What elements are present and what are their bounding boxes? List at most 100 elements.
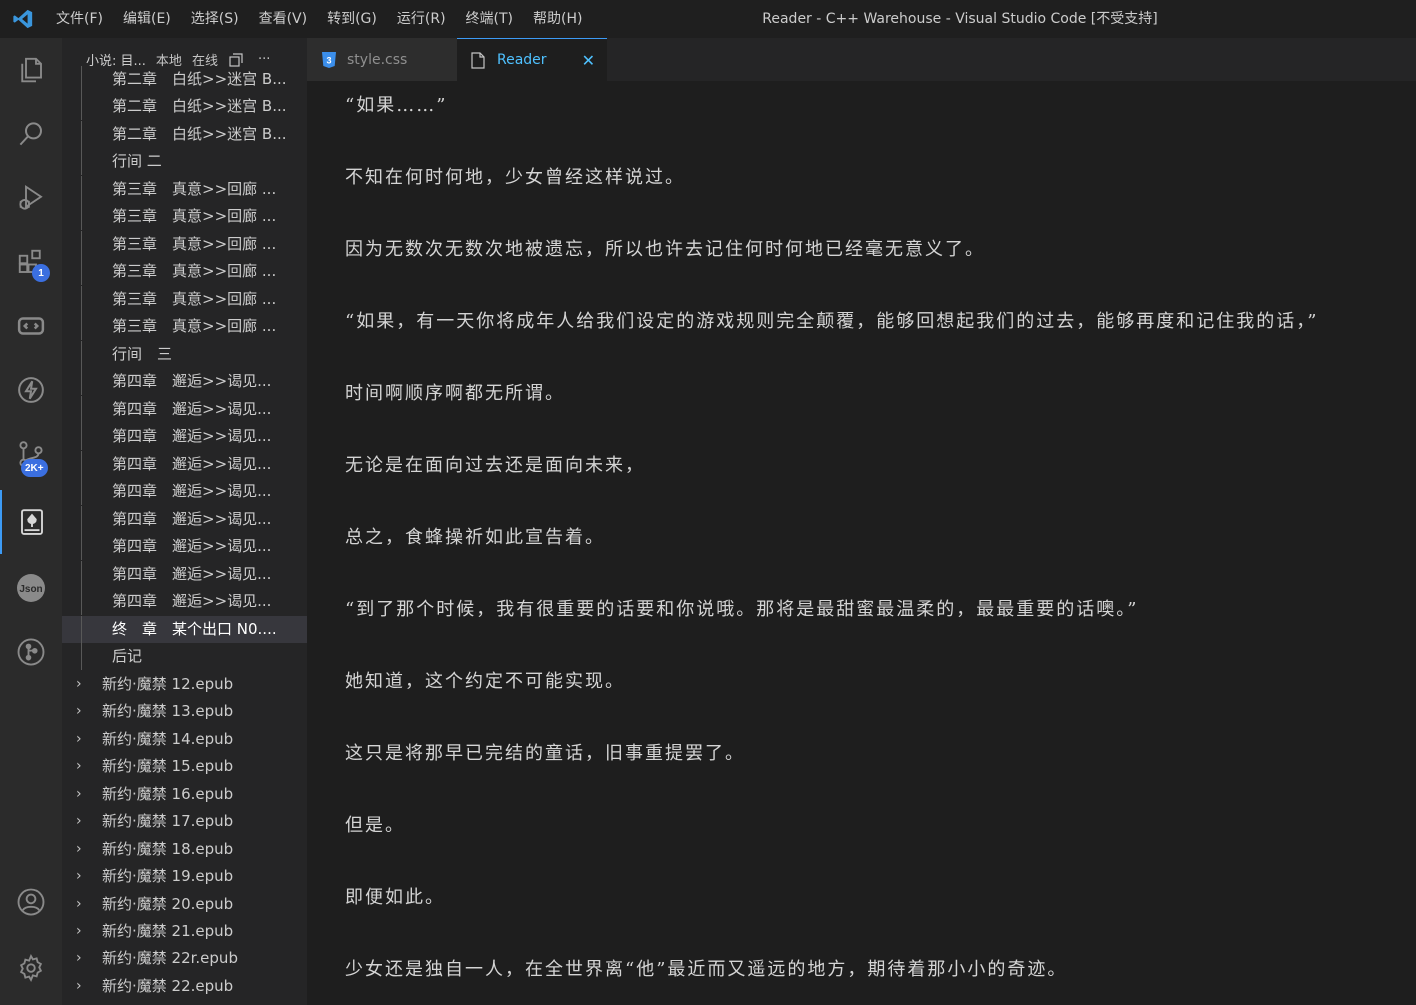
- text-line: 因为无数次无数次地被遗忘，所以也许去记住何时何地已经毫无意义了。: [345, 239, 985, 260]
- vscode-logo-icon[interactable]: [0, 0, 46, 38]
- more-actions-icon[interactable]: ···: [258, 52, 270, 67]
- search-button[interactable]: [0, 102, 62, 166]
- list-item[interactable]: 第三章 真意>>回廊 ...: [62, 286, 307, 313]
- list-item[interactable]: 第四章 邂逅>>谒见...: [62, 368, 307, 395]
- tab-label: Reader: [497, 52, 547, 68]
- menu-help[interactable]: 帮助(H): [523, 0, 592, 38]
- list-item[interactable]: 后记: [62, 643, 307, 670]
- epub-folder[interactable]: › 新约·魔禁 16.epub: [62, 781, 307, 808]
- activity-bar: 1 2K+ Json: [0, 38, 62, 1005]
- book-reader-icon: [21, 509, 43, 535]
- text-line: 少女还是独自一人，在全世界离“他”最近而又遥远的地方，期待着那小小的奇迹。: [345, 959, 1068, 980]
- menu-selection[interactable]: 选择(S): [181, 0, 249, 38]
- text-line: 时间啊顺序啊都无所谓。: [345, 383, 565, 404]
- list-item[interactable]: 第四章 邂逅>>谒见...: [62, 588, 307, 615]
- list-item[interactable]: 第四章 邂逅>>谒见...: [62, 423, 307, 450]
- chevron-right-icon: ›: [76, 896, 82, 912]
- menu-run[interactable]: 运行(R): [387, 0, 456, 38]
- tab-reader[interactable]: Reader ✕: [457, 38, 607, 81]
- text-line: 即便如此。: [345, 887, 445, 908]
- list-item[interactable]: 第二章 白纸>>迷宫 B...: [62, 121, 307, 148]
- menu-file[interactable]: 文件(F): [46, 0, 113, 38]
- menu-terminal[interactable]: 终端(T): [456, 0, 523, 38]
- menu-edit[interactable]: 编辑(E): [113, 0, 181, 38]
- json-icon: Json: [17, 574, 45, 602]
- accounts-button[interactable]: [0, 870, 62, 934]
- source-control-badge: 2K+: [21, 459, 48, 477]
- reader-button[interactable]: [0, 490, 62, 554]
- source-control-button[interactable]: 2K+: [0, 422, 62, 486]
- lightning-icon: [18, 377, 44, 403]
- epub-folder[interactable]: › 新约·魔禁 12.epub: [62, 671, 307, 698]
- editor-tabs: 3 style.css Reader ✕: [307, 38, 1416, 81]
- text-line: 她知道，这个约定不可能实现。: [345, 671, 625, 692]
- menu-view[interactable]: 查看(V): [249, 0, 318, 38]
- list-item[interactable]: 第二章 白纸>>迷宫 B...: [62, 93, 307, 120]
- tab-label: style.css: [347, 51, 408, 68]
- epub-folder[interactable]: › 新约·魔禁 13.epub: [62, 698, 307, 725]
- svg-text:3: 3: [326, 55, 331, 65]
- chevron-right-icon: ›: [76, 978, 82, 994]
- window-title: Reader - C++ Warehouse - Visual Studio C…: [762, 11, 1158, 27]
- thunder-button[interactable]: [0, 358, 62, 422]
- settings-button[interactable]: [0, 936, 62, 1000]
- epub-folder[interactable]: › 新约·魔禁 21.epub: [62, 918, 307, 945]
- menu-go[interactable]: 转到(G): [317, 0, 387, 38]
- text-line: 这只是将那早已完结的童话，旧事重提罢了。: [345, 743, 745, 764]
- title-bar: 文件(F) 编辑(E) 选择(S) 查看(V) 转到(G) 运行(R) 终端(T…: [0, 0, 1416, 38]
- list-item[interactable]: 第四章 邂逅>>谒见...: [62, 451, 307, 478]
- list-item[interactable]: 第四章 邂逅>>谒见...: [62, 396, 307, 423]
- files-icon: [21, 57, 42, 83]
- epub-folder[interactable]: › 新约·魔禁 19.epub: [62, 863, 307, 890]
- remote-button[interactable]: [0, 294, 62, 358]
- list-item[interactable]: 第三章 真意>>回廊 ...: [62, 176, 307, 203]
- epub-folder[interactable]: › 新约·魔禁 20.epub: [62, 891, 307, 918]
- chevron-right-icon: ›: [76, 813, 82, 829]
- close-icon[interactable]: ✕: [582, 51, 595, 70]
- menu-bar: 文件(F) 编辑(E) 选择(S) 查看(V) 转到(G) 运行(R) 终端(T…: [46, 0, 592, 38]
- run-debug-button[interactable]: [0, 166, 62, 230]
- epub-folder[interactable]: › 新约·魔禁 14.epub: [62, 726, 307, 753]
- list-item[interactable]: 第二章 白纸>>迷宫 B...: [62, 66, 307, 93]
- chevron-right-icon: ›: [76, 786, 82, 802]
- extensions-button[interactable]: 1: [0, 230, 62, 294]
- chevron-right-icon: ›: [76, 868, 82, 884]
- chevron-right-icon: ›: [76, 758, 82, 774]
- tab-style-css[interactable]: 3 style.css: [307, 38, 457, 81]
- text-line: 但是。: [345, 815, 405, 836]
- list-item[interactable]: 第四章 邂逅>>谒见...: [62, 533, 307, 560]
- chevron-right-icon: ›: [76, 923, 82, 939]
- list-item[interactable]: 第四章 邂逅>>谒见...: [62, 506, 307, 533]
- chevron-right-icon: ›: [76, 703, 82, 719]
- chevron-right-icon: ›: [76, 841, 82, 857]
- file-icon: [471, 51, 485, 69]
- list-item[interactable]: 第三章 真意>>回廊 ...: [62, 203, 307, 230]
- list-item[interactable]: 第三章 真意>>回廊 ...: [62, 258, 307, 285]
- list-item[interactable]: 行间 三: [62, 341, 307, 368]
- json-button[interactable]: Json: [0, 556, 62, 620]
- gear-icon: [19, 954, 43, 982]
- chevron-right-icon: ›: [76, 676, 82, 692]
- account-icon: [17, 888, 45, 916]
- list-item[interactable]: 第三章 真意>>回廊 ...: [62, 313, 307, 340]
- git-graph-icon: [17, 638, 45, 666]
- text-line: 无论是在面向过去还是面向未来，: [345, 455, 645, 476]
- text-line: “如果，有一天你将成年人给我们设定的游戏规则完全颠覆，能够回想起我们的过去，能够…: [345, 311, 1319, 332]
- list-item[interactable]: 第四章 邂逅>>谒见...: [62, 561, 307, 588]
- epub-folder[interactable]: › 新约·魔禁 22.epub: [62, 973, 307, 1000]
- explorer-button[interactable]: [0, 38, 62, 102]
- list-item[interactable]: 行间 二: [62, 148, 307, 175]
- text-line: “如果……”: [345, 95, 448, 116]
- git-graph-button[interactable]: [0, 620, 62, 684]
- epub-folder[interactable]: › 新约·魔禁 18.epub: [62, 836, 307, 863]
- text-line: 总之，食蜂操祈如此宣告着。: [345, 527, 605, 548]
- list-item[interactable]: 第三章 真意>>回廊 ...: [62, 231, 307, 258]
- text-line: 不知在何时何地，少女曾经这样说过。: [345, 167, 685, 188]
- epub-folder[interactable]: › 新约·魔禁 15.epub: [62, 753, 307, 780]
- run-debug-icon: [19, 184, 43, 210]
- epub-folder[interactable]: › 新约·魔禁 22r.epub: [62, 945, 307, 972]
- epub-folder[interactable]: › 新约·魔禁 17.epub: [62, 808, 307, 835]
- list-item-selected[interactable]: 终 章 某个出口 N0....: [62, 616, 307, 643]
- list-item[interactable]: 第四章 邂逅>>谒见...: [62, 478, 307, 505]
- css-icon: 3: [322, 51, 336, 68]
